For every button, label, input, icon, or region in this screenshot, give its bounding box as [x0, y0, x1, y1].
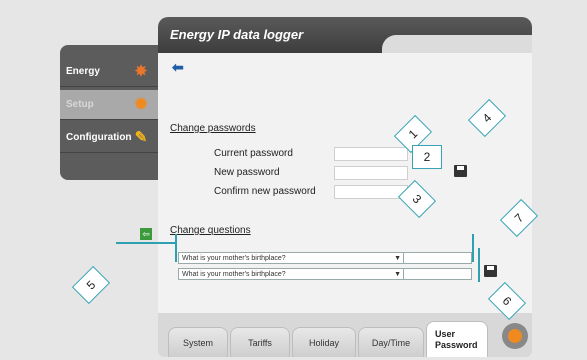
callout-5: 5 — [71, 265, 111, 305]
chevron-down-icon[interactable]: ▼ — [394, 253, 401, 265]
question-1-select[interactable]: What is your mother's birthplace? — [182, 255, 286, 262]
current-password-label: Current password — [214, 148, 293, 159]
gear-icon[interactable] — [502, 323, 528, 349]
import-icon[interactable]: ⇦ — [140, 228, 152, 240]
change-passwords-heading: Change passwords — [170, 123, 256, 134]
sidebar-item-label: Setup — [66, 99, 94, 110]
sidebar-item-energy[interactable]: Energy ✸ — [60, 57, 160, 87]
tab-user-password[interactable]: User Password — [426, 321, 488, 357]
question-2-select[interactable]: What is your mother's birthplace? — [182, 271, 286, 278]
save-password-icon[interactable] — [454, 165, 467, 177]
setup-icon: ✺ — [134, 96, 148, 113]
change-questions-heading: Change questions — [170, 225, 251, 236]
sidebar-item-configuration[interactable]: Configuration ✎ — [60, 123, 160, 153]
callout-6-line — [478, 248, 480, 282]
answer-1-field[interactable] — [403, 252, 474, 264]
save-questions-icon[interactable] — [484, 265, 497, 277]
title-bar: Energy IP data logger — [158, 17, 532, 53]
tab-holiday[interactable]: Holiday — [292, 327, 356, 357]
title-tab-decoration — [382, 35, 532, 53]
chevron-down-icon[interactable]: ▼ — [394, 269, 401, 281]
question-row-2[interactable]: What is your mother's birthplace? ▼ — [178, 268, 472, 280]
confirm-password-label: Confirm new password — [214, 186, 316, 197]
tab-bar: System Tariffs Holiday Day/Time User Pas… — [158, 313, 532, 357]
configuration-icon: ✎ — [134, 129, 148, 146]
callout-2: 2 — [412, 145, 442, 169]
sidebar: Energy ✸ Setup ✺ Configuration ✎ — [60, 45, 160, 180]
sidebar-item-setup[interactable]: Setup ✺ — [60, 90, 160, 120]
content-area: ⬅ Change passwords Current password New … — [158, 53, 532, 313]
new-password-label: New password — [214, 167, 280, 178]
tab-daytime[interactable]: Day/Time — [358, 327, 424, 357]
tab-tariffs[interactable]: Tariffs — [230, 327, 290, 357]
answer-2-field[interactable] — [403, 268, 474, 280]
back-arrow-icon[interactable]: ⬅ — [172, 59, 184, 76]
confirm-password-field[interactable] — [334, 185, 408, 199]
app-title: Energy IP data logger — [170, 27, 304, 42]
sidebar-item-label: Configuration — [66, 132, 132, 143]
new-password-field[interactable] — [334, 166, 408, 180]
callout-5-connector — [116, 242, 176, 244]
current-password-field[interactable] — [334, 147, 408, 161]
tab-system[interactable]: System — [168, 327, 228, 357]
question-row-1[interactable]: What is your mother's birthplace? ▼ — [178, 252, 472, 264]
callout-6-bracket — [472, 234, 474, 262]
energy-icon: ✸ — [134, 63, 148, 80]
main-panel: Energy IP data logger ⬅ Change passwords… — [158, 17, 532, 357]
sidebar-item-label: Energy — [66, 66, 100, 77]
callout-5-bracket — [175, 234, 177, 262]
